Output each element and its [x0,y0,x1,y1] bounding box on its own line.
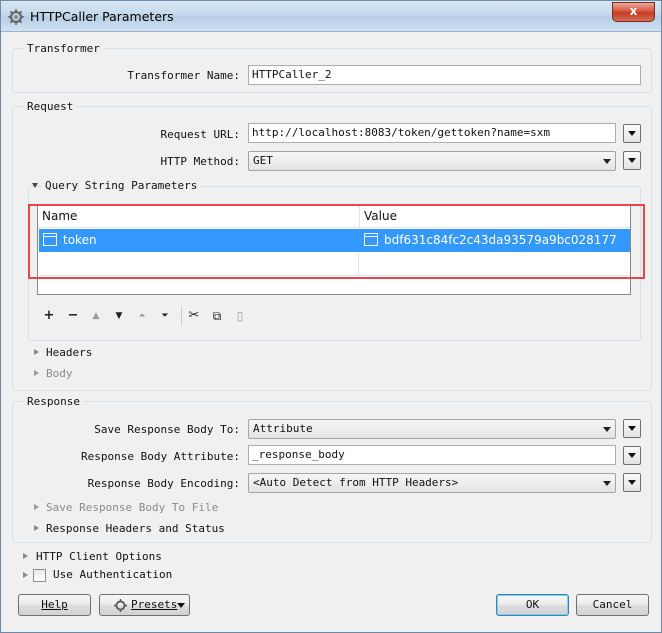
response-attribute-label: Response Body Attribute: [81,450,240,463]
response-encoding-value: <Auto Detect from HTTP Headers> [253,476,459,489]
request-url-label: Request URL: [160,128,240,141]
move-bottom-icon[interactable]: ⏷ [157,308,173,324]
response-attribute-menu-button[interactable] [623,446,641,465]
save-response-to-menu-button[interactable] [623,419,641,438]
save-to-file-section[interactable]: Save Response Body To File [46,501,218,514]
collapse-triangle-icon[interactable] [32,183,38,188]
save-response-to-value: Attribute [253,422,313,435]
cut-icon[interactable]: ✂ [186,308,202,324]
plus-icon[interactable]: + [41,308,57,324]
chevron-down-icon [603,159,611,164]
close-icon: x [629,4,638,18]
transformer-name-field[interactable]: HTTPCaller_2 [248,65,641,85]
ok-button-label: OK [525,598,540,611]
request-url-field[interactable]: http://localhost:8083/token/gettoken?nam… [248,123,616,143]
presets-button-label: Presets [131,598,178,611]
title-bar[interactable]: HTTPCaller Parameters x [1,1,661,32]
request-group-title: Request [24,100,77,113]
move-down-icon[interactable]: ▼ [111,308,127,324]
expand-triangle-icon[interactable] [34,349,39,355]
cancel-button-label: Cancel [592,598,633,611]
save-response-to-label: Save Response Body To: [94,423,240,436]
use-authentication-checkbox[interactable] [33,569,46,582]
close-button[interactable]: x [612,2,655,22]
help-button-label: Help [41,598,68,611]
response-group-title: Response [24,395,83,408]
http-method-menu-button[interactable] [623,151,641,170]
body-section[interactable]: Body [46,367,73,380]
query-params-title[interactable]: Query String Parameters [42,179,201,192]
use-authentication-label: Use Authentication [53,568,173,581]
presets-button[interactable]: Presets [99,594,190,616]
minus-icon[interactable]: − [65,308,81,324]
chevron-down-icon [603,427,611,432]
headers-section[interactable]: Headers [46,346,92,359]
request-url-menu-button[interactable] [623,124,641,143]
expand-triangle-icon[interactable] [23,553,28,559]
gear-icon [114,599,127,612]
response-encoding-label: Response Body Encoding: [87,477,240,490]
response-attribute-field[interactable]: _response_body [248,445,616,465]
transformer-name-label: Transformer Name: [127,69,240,82]
paste-icon[interactable]: ▯ [232,308,248,324]
chevron-down-icon [177,603,185,608]
annotation-highlight-box [28,204,645,279]
move-up-icon[interactable]: ▲ [88,308,104,324]
http-method-value: GET [253,154,273,167]
move-top-icon[interactable]: ⏶ [134,308,150,324]
toolbar-separator [181,307,182,325]
http-method-label: HTTP Method: [160,155,240,168]
expand-triangle-icon[interactable] [23,572,28,578]
transformer-group-title: Transformer [24,42,103,55]
http-method-select[interactable]: GET [248,151,616,171]
response-headers-status-section[interactable]: Response Headers and Status [46,522,225,535]
expand-triangle-icon[interactable] [34,525,39,531]
dialog-window: HTTPCaller Parameters x Transformer Tran… [0,0,662,633]
response-encoding-select[interactable]: <Auto Detect from HTTP Headers> [248,473,616,493]
cancel-button[interactable]: Cancel [576,594,649,616]
http-client-options-section[interactable]: HTTP Client Options [36,550,162,563]
help-button[interactable]: Help [18,594,91,616]
gear-app-icon [8,9,24,25]
expand-triangle-icon[interactable] [34,504,39,510]
response-encoding-menu-button[interactable] [623,473,641,492]
copy-icon[interactable]: ⧉ [209,308,225,324]
window-title: HTTPCaller Parameters [30,9,174,24]
expand-triangle-icon[interactable] [34,370,39,376]
save-response-to-select[interactable]: Attribute [248,419,616,439]
ok-button[interactable]: OK [496,594,569,616]
chevron-down-icon [603,481,611,486]
